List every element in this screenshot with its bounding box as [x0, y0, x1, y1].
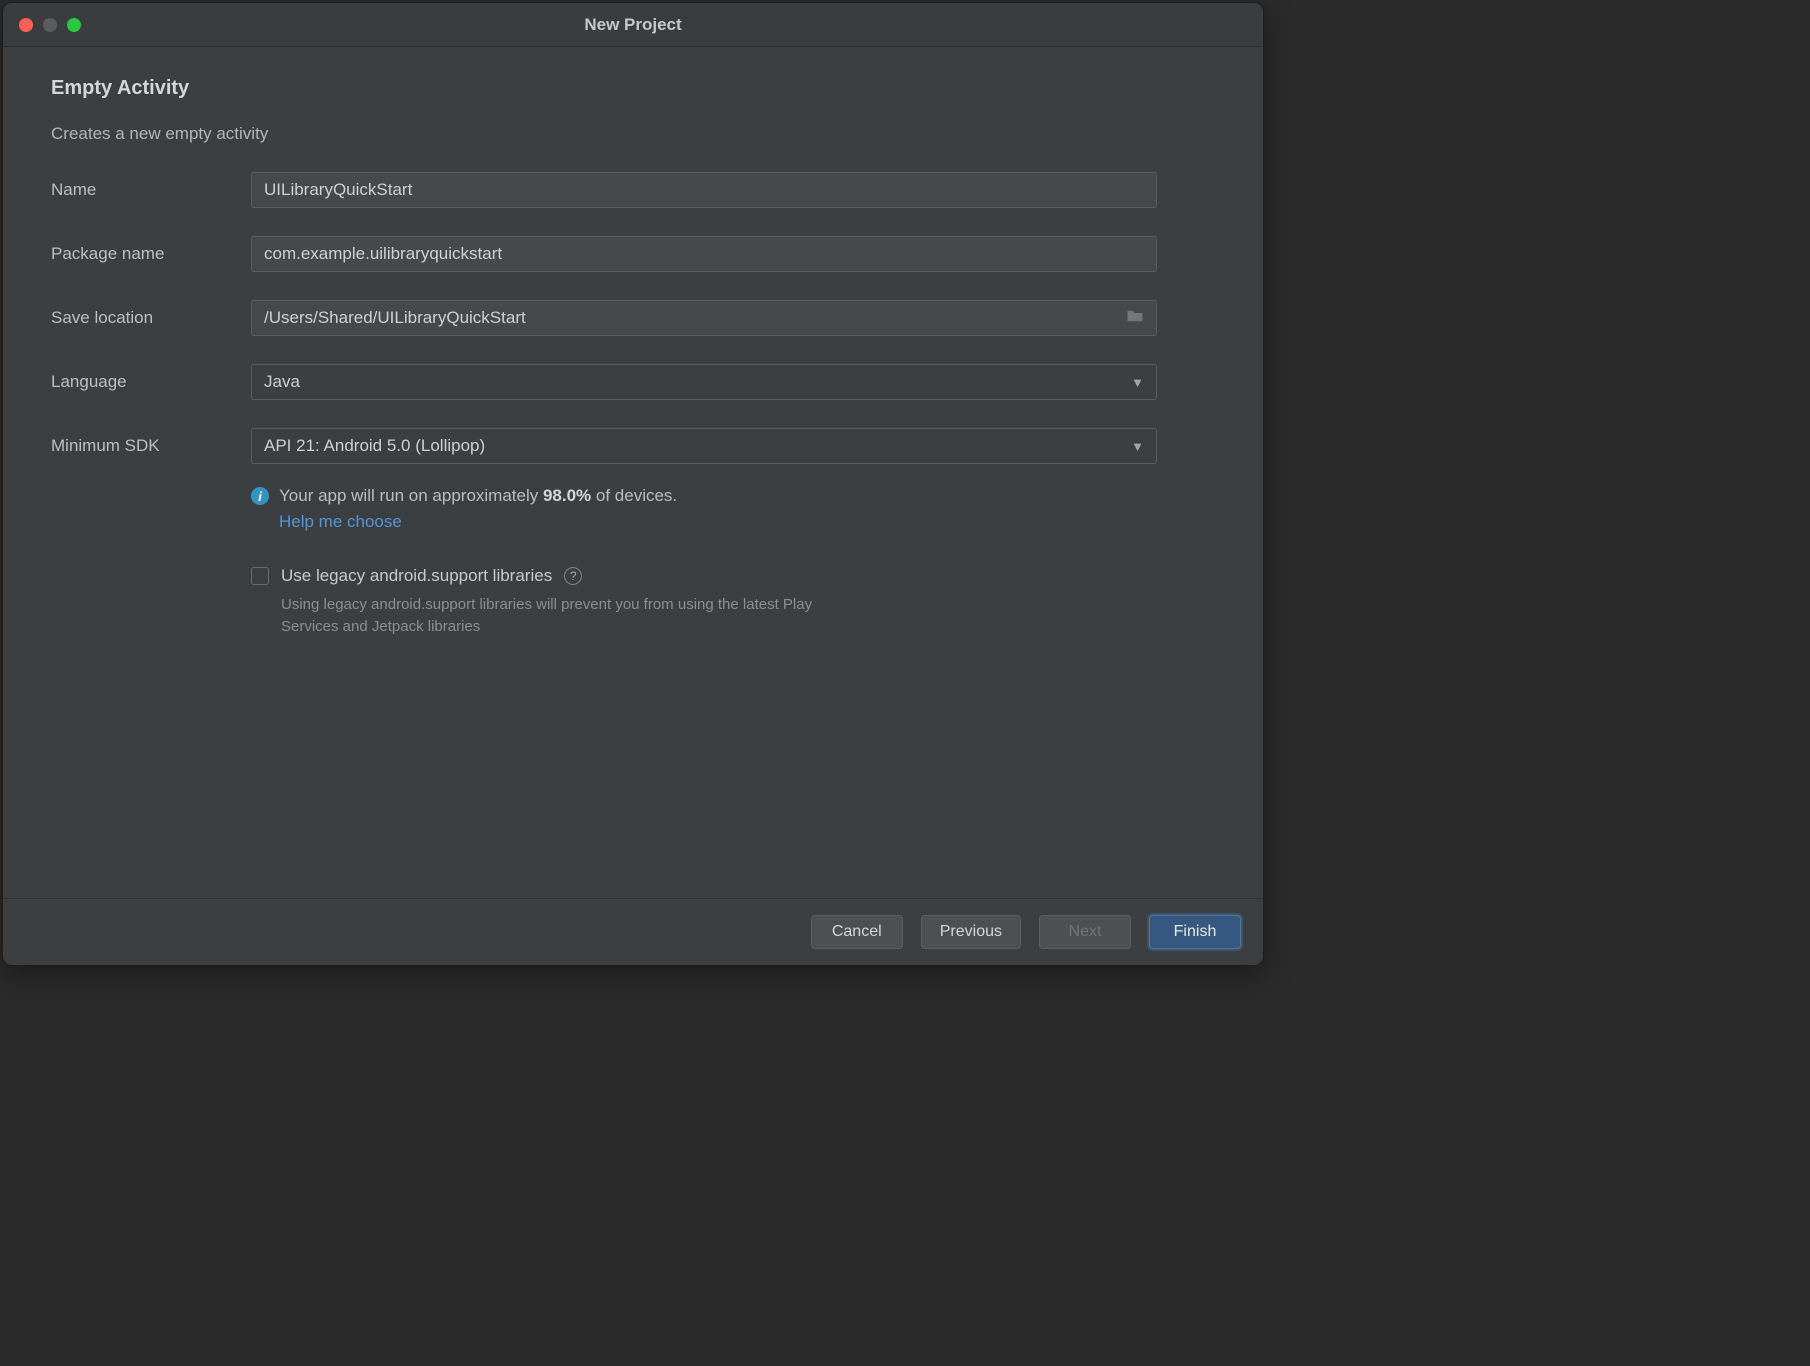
save-location-field[interactable] — [251, 300, 1157, 336]
language-select[interactable]: Java ▼ — [251, 364, 1157, 400]
package-label: Package name — [51, 244, 251, 264]
info-icon: i — [251, 487, 269, 505]
next-button: Next — [1039, 915, 1131, 949]
browse-folder-icon[interactable] — [1126, 308, 1144, 328]
name-field[interactable] — [251, 172, 1157, 208]
titlebar: New Project — [3, 3, 1263, 47]
window-title: New Project — [3, 15, 1263, 35]
chevron-down-icon: ▼ — [1131, 375, 1144, 390]
name-label: Name — [51, 180, 251, 200]
new-project-dialog: New Project Empty Activity Creates a new… — [2, 2, 1264, 966]
language-value: Java — [264, 372, 300, 392]
legacy-support-row: Use legacy android.support libraries ? U… — [251, 566, 1215, 638]
minsdk-label: Minimum SDK — [51, 436, 251, 456]
save-location-input[interactable] — [264, 308, 1126, 328]
minimize-icon[interactable] — [43, 18, 57, 32]
save-location-label: Save location — [51, 308, 251, 328]
name-input[interactable] — [264, 180, 1144, 200]
close-icon[interactable] — [19, 18, 33, 32]
device-coverage-info: i Your app will run on approximately 98.… — [251, 486, 1215, 532]
coverage-pct: 98.0% — [543, 486, 591, 505]
legacy-support-description: Using legacy android.support libraries w… — [281, 594, 841, 638]
coverage-line: i Your app will run on approximately 98.… — [251, 486, 1215, 506]
legacy-support-label: Use legacy android.support libraries — [281, 566, 552, 586]
coverage-post: of devices. — [591, 486, 677, 505]
project-form: Name Package name Save location Language… — [51, 172, 1215, 638]
help-me-choose-link[interactable]: Help me choose — [279, 512, 1215, 532]
dialog-content: Empty Activity Creates a new empty activ… — [3, 47, 1263, 898]
page-subtitle: Creates a new empty activity — [51, 124, 1215, 144]
language-label: Language — [51, 372, 251, 392]
page-title: Empty Activity — [51, 77, 1215, 100]
previous-button[interactable]: Previous — [921, 915, 1021, 949]
cancel-button[interactable]: Cancel — [811, 915, 903, 949]
window-controls — [3, 18, 81, 32]
zoom-icon[interactable] — [67, 18, 81, 32]
finish-button[interactable]: Finish — [1149, 915, 1241, 949]
help-icon[interactable]: ? — [564, 567, 582, 585]
package-input[interactable] — [264, 244, 1144, 264]
dialog-footer: Cancel Previous Next Finish — [3, 898, 1263, 965]
legacy-support-checkbox[interactable] — [251, 567, 269, 585]
chevron-down-icon: ▼ — [1131, 439, 1144, 454]
minsdk-select[interactable]: API 21: Android 5.0 (Lollipop) ▼ — [251, 428, 1157, 464]
package-field[interactable] — [251, 236, 1157, 272]
coverage-pre: Your app will run on approximately — [279, 486, 543, 505]
minsdk-value: API 21: Android 5.0 (Lollipop) — [264, 436, 485, 456]
